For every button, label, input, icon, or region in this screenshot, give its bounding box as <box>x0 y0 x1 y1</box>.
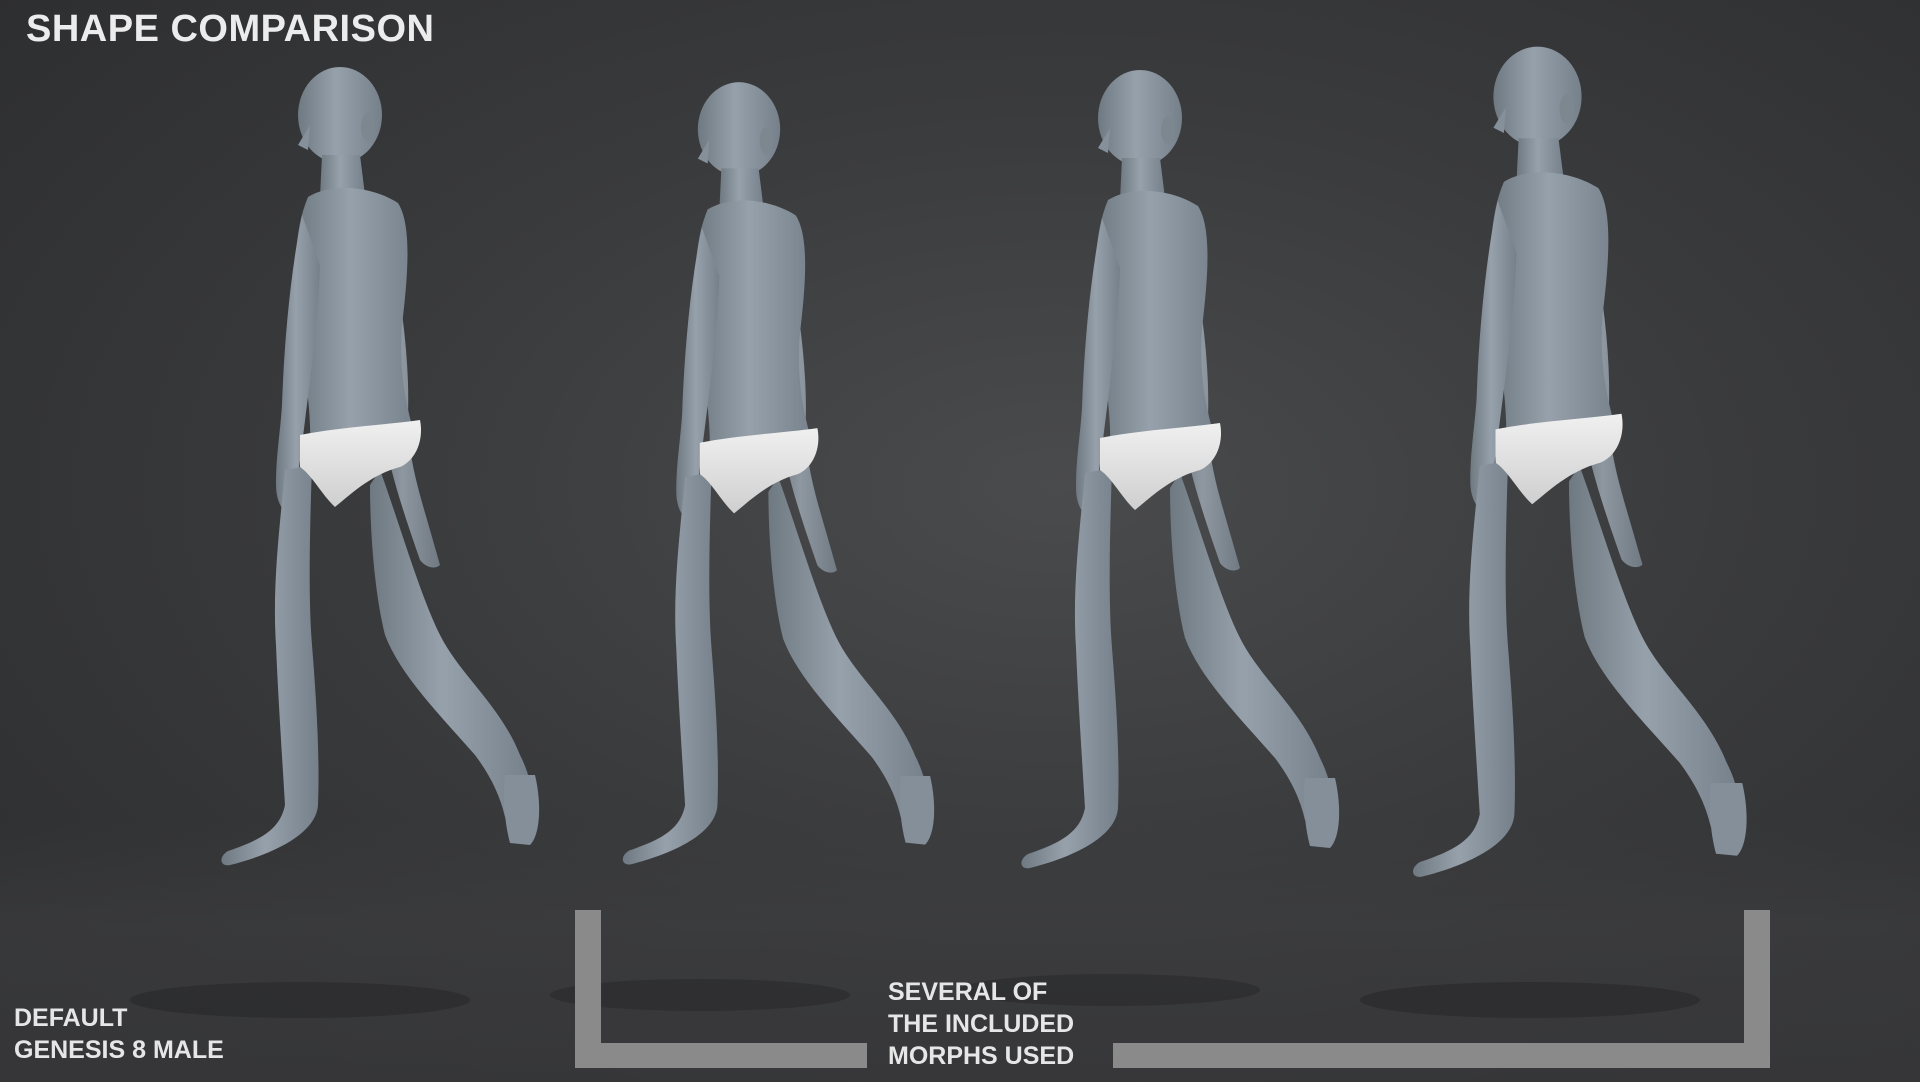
figure-default-genesis-8-male <box>221 67 540 866</box>
figures-layer <box>130 46 1770 1068</box>
shadow-figure-4 <box>1360 982 1700 1018</box>
page-title: SHAPE COMPARISON <box>26 8 435 50</box>
default-label-line-2: GENESIS 8 MALE <box>14 1036 224 1064</box>
morphs-label-line-1: SEVERAL OF <box>888 978 1048 1006</box>
figure-morph-3 <box>1412 46 1747 877</box>
default-label-line-1: DEFAULT <box>14 1004 128 1032</box>
render-canvas: SHAPE COMPARISON DEFAULT GENESIS 8 MALE … <box>0 0 1920 1082</box>
morphs-label: SEVERAL OF THE INCLUDED MORPHS USED <box>888 976 1074 1072</box>
default-figure-label: DEFAULT GENESIS 8 MALE <box>14 1002 224 1066</box>
figure-morph-2 <box>1021 70 1340 869</box>
morphs-label-line-3: MORPHS USED <box>888 1042 1075 1070</box>
morphs-label-line-2: THE INCLUDED <box>888 1010 1075 1038</box>
figure-morph-1 <box>622 82 935 865</box>
